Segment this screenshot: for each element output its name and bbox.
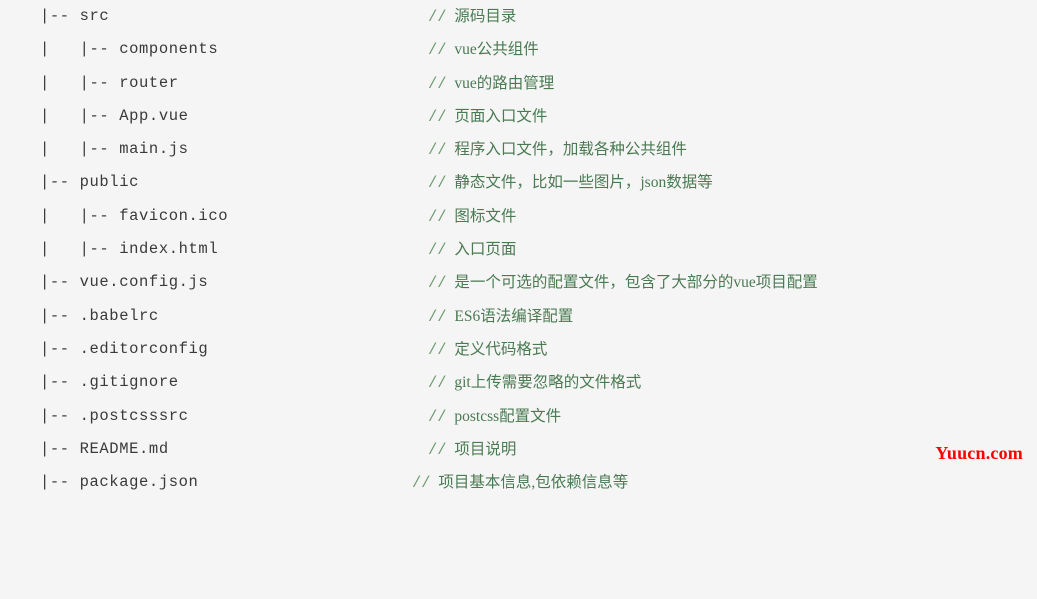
tree-path: |-- src bbox=[40, 7, 110, 25]
comment-marker: // bbox=[428, 207, 447, 226]
comment-text: vue的路由管理 bbox=[454, 74, 555, 92]
tree-line: | |-- components // vue公共组件 bbox=[0, 33, 1037, 66]
comment-text: git上传需要忽略的文件格式 bbox=[454, 374, 642, 392]
tree-comment: // 定义代码格式 bbox=[428, 333, 547, 367]
tree-path: | |-- main.js bbox=[40, 140, 189, 159]
tree-line: |-- .gitignore // git上传需要忽略的文件格式 bbox=[0, 366, 1037, 399]
tree-comment: // 项目说明 bbox=[428, 433, 516, 467]
comment-marker: // bbox=[428, 340, 447, 359]
tree-path: | |-- favicon.ico bbox=[40, 206, 229, 225]
comment-text: 是一个可选的配置文件，包含了大部分的vue项目配置 bbox=[454, 274, 818, 292]
tree-comment: // ES6语法编译配置 bbox=[428, 300, 573, 334]
tree-path: |-- vue.config.js bbox=[40, 273, 209, 292]
tree-path: |-- public bbox=[40, 173, 140, 192]
comment-text: 项目基本信息,包依赖信息等 bbox=[438, 474, 629, 492]
comment-marker: // bbox=[428, 107, 447, 126]
tree-comment: // vue的路由管理 bbox=[428, 67, 554, 101]
comment-marker: // bbox=[428, 241, 447, 260]
comment-marker: // bbox=[428, 307, 447, 326]
comment-marker: // bbox=[428, 174, 447, 193]
tree-comment: // 程序入口文件，加载各种公共组件 bbox=[428, 133, 687, 167]
tree-comment: // vue公共组件 bbox=[428, 33, 539, 67]
comment-marker: // bbox=[428, 74, 447, 93]
tree-path: |-- .babelrc bbox=[40, 306, 159, 325]
tree-comment: // 项目基本信息,包依赖信息等 bbox=[412, 466, 628, 500]
tree-path: | |-- components bbox=[40, 40, 219, 59]
tree-line: | |-- index.html // 入口页面 bbox=[0, 233, 1037, 266]
comment-text: 页面入口文件 bbox=[454, 107, 548, 125]
tree-line: |-- vue.config.js // 是一个可选的配置文件，包含了大部分的v… bbox=[0, 266, 1037, 299]
tree-path: |-- README.md bbox=[40, 439, 169, 458]
project-structure-listing: |-- src // 源码目录 | |-- components // vue公… bbox=[0, 0, 1037, 511]
tree-line: |-- .babelrc // ES6语法编译配置 bbox=[0, 300, 1037, 333]
comment-text: postcss配置文件 bbox=[454, 407, 562, 425]
tree-line: |-- public // 静态文件，比如一些图片，json数据等 bbox=[0, 166, 1037, 199]
watermark: Yuucn.com bbox=[935, 443, 1023, 463]
comment-text: 图标文件 bbox=[454, 207, 517, 225]
comment-text: vue公共组件 bbox=[454, 41, 539, 59]
tree-path: | |-- App.vue bbox=[40, 106, 189, 125]
tree-comment: // 静态文件，比如一些图片，json数据等 bbox=[428, 166, 713, 200]
tree-line: |-- .postcsssrc // postcss配置文件 bbox=[0, 400, 1037, 433]
tree-comment: // git上传需要忽略的文件格式 bbox=[428, 366, 641, 400]
comment-marker: // bbox=[428, 440, 447, 459]
comment-marker: // bbox=[428, 8, 447, 26]
tree-line: | |-- main.js // 程序入口文件，加载各种公共组件 bbox=[0, 133, 1037, 166]
tree-path: |-- .postcsssrc bbox=[40, 406, 189, 425]
comment-text: 项目说明 bbox=[454, 440, 517, 458]
comment-marker: // bbox=[412, 474, 431, 493]
comment-marker: // bbox=[428, 41, 447, 60]
tree-line: |-- src // 源码目录 bbox=[0, 0, 1037, 33]
tree-line: |-- README.md // 项目说明 bbox=[0, 433, 1037, 466]
tree-path: | |-- router bbox=[40, 73, 179, 92]
tree-comment: // 入口页面 bbox=[428, 233, 516, 267]
comment-text: 静态文件，比如一些图片，json数据等 bbox=[454, 174, 713, 192]
comment-text: ES6语法编译配置 bbox=[454, 307, 574, 325]
tree-line: | |-- favicon.ico // 图标文件 bbox=[0, 200, 1037, 233]
tree-comment: // 源码目录 bbox=[428, 0, 516, 34]
tree-path: |-- .gitignore bbox=[40, 373, 179, 392]
tree-path: |-- .editorconfig bbox=[40, 339, 209, 358]
tree-comment: // 是一个可选的配置文件，包含了大部分的vue项目配置 bbox=[428, 266, 818, 300]
tree-comment: // 图标文件 bbox=[428, 200, 516, 234]
comment-marker: // bbox=[428, 274, 447, 293]
tree-path: |-- package.json bbox=[40, 473, 199, 492]
comment-marker: // bbox=[428, 374, 447, 393]
tree-line: |-- .editorconfig // 定义代码格式 bbox=[0, 333, 1037, 366]
tree-line: | |-- App.vue // 页面入口文件 bbox=[0, 100, 1037, 133]
comment-marker: // bbox=[428, 141, 447, 160]
comment-text: 源码目录 bbox=[454, 8, 517, 25]
tree-line: | |-- router // vue的路由管理 bbox=[0, 67, 1037, 100]
comment-text: 定义代码格式 bbox=[454, 340, 548, 358]
tree-path: | |-- index.html bbox=[40, 240, 219, 259]
comment-text: 程序入口文件，加载各种公共组件 bbox=[454, 141, 687, 159]
comment-marker: // bbox=[428, 407, 447, 426]
tree-comment: // 页面入口文件 bbox=[428, 100, 547, 134]
comment-text: 入口页面 bbox=[454, 241, 517, 259]
tree-line: |-- package.json // 项目基本信息,包依赖信息等 bbox=[0, 466, 1037, 499]
tree-comment: // postcss配置文件 bbox=[428, 400, 561, 434]
